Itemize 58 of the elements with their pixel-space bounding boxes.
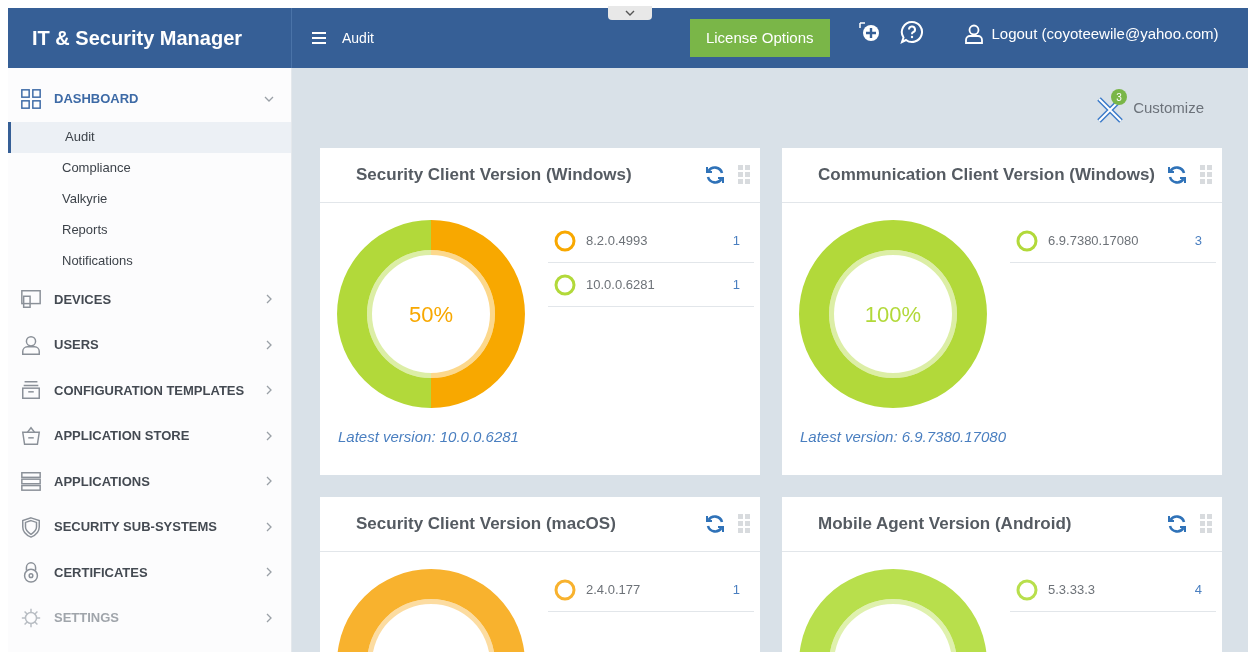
device-count: 4 <box>1194 580 1202 599</box>
card-title: Security Client Version (Windows) <box>356 164 633 187</box>
server-icon <box>20 470 42 493</box>
page-title: Audit <box>342 28 374 48</box>
menu-icon[interactable] <box>312 32 326 44</box>
nav-subitem[interactable]: Audit <box>8 121 291 153</box>
nav-subitem[interactable]: Valkyrie <box>8 183 291 215</box>
drag-handle-icon[interactable] <box>1200 514 1212 534</box>
nav-item[interactable]: APPLICATION STORE <box>8 413 291 459</box>
nav-subitem[interactable]: Compliance <box>8 152 291 184</box>
version-label: 5.3.33.3 <box>1048 580 1096 599</box>
monitor-icon <box>20 288 42 311</box>
percent-label: 50% <box>408 300 453 329</box>
customize-link[interactable]: Customize <box>1133 96 1204 120</box>
help-icon[interactable] <box>899 20 924 44</box>
app-title: IT & Security Manager <box>32 26 243 51</box>
device-count: 1 <box>732 231 740 250</box>
drag-handle-icon[interactable] <box>738 165 750 185</box>
latest-version-text: Latest version: 10.0.0.6281 <box>338 428 519 445</box>
count-badge: 3 <box>1111 89 1128 105</box>
nav-item[interactable]: APPLICATIONS <box>8 458 291 504</box>
chevron-icon[interactable] <box>625 10 635 16</box>
refresh-icon[interactable] <box>1166 513 1188 535</box>
version-label: 6.9.7380.17080 <box>1048 231 1140 250</box>
version-label: 10.0.0.6281 <box>586 275 656 294</box>
nav-item[interactable]: SECURITY SUB-SYSTEMS <box>8 504 291 550</box>
logout-link[interactable]: Logout (coyoteewile@yahoo.com) <box>991 22 1219 46</box>
nav-subitem[interactable]: Reports <box>8 214 291 246</box>
shield-icon <box>20 515 42 538</box>
refresh-icon[interactable] <box>704 164 726 186</box>
user-icon[interactable] <box>963 24 984 44</box>
add-icon[interactable] <box>857 21 880 43</box>
version-label: 2.4.0.177 <box>586 580 642 599</box>
drag-handle-icon[interactable] <box>1200 165 1212 185</box>
grid-icon <box>20 87 42 110</box>
nav-item[interactable]: DASHBOARD <box>8 76 291 122</box>
device-count: 1 <box>732 275 740 294</box>
gear-icon <box>20 606 42 629</box>
nav-item[interactable]: CERTIFICATES <box>8 549 291 595</box>
device-count: 1 <box>732 580 740 599</box>
device-count: 3 <box>1194 231 1202 250</box>
user-icon <box>20 333 42 356</box>
percent-label: 100% <box>864 300 922 329</box>
card-title: Communication Client Version (Windows) <box>818 164 1157 187</box>
nav-item[interactable]: USERS <box>8 322 291 368</box>
drag-handle-icon[interactable] <box>738 514 750 534</box>
collapse-tab[interactable] <box>608 6 652 20</box>
card-title: Mobile Agent Version (Android) <box>818 513 1073 536</box>
refresh-icon[interactable] <box>704 513 726 535</box>
nav-subitem[interactable]: Notifications <box>8 245 291 277</box>
basket-icon <box>20 424 42 447</box>
nav-item[interactable]: DEVICES <box>8 276 291 322</box>
latest-version-text: Latest version: 6.9.7380.17080 <box>800 428 1006 445</box>
tray-icon <box>20 379 42 402</box>
version-label: 8.2.0.4993 <box>586 231 649 250</box>
card-title: Security Client Version (macOS) <box>356 513 617 536</box>
refresh-icon[interactable] <box>1166 164 1188 186</box>
nav-item[interactable]: CONFIGURATION TEMPLATES <box>8 367 291 413</box>
